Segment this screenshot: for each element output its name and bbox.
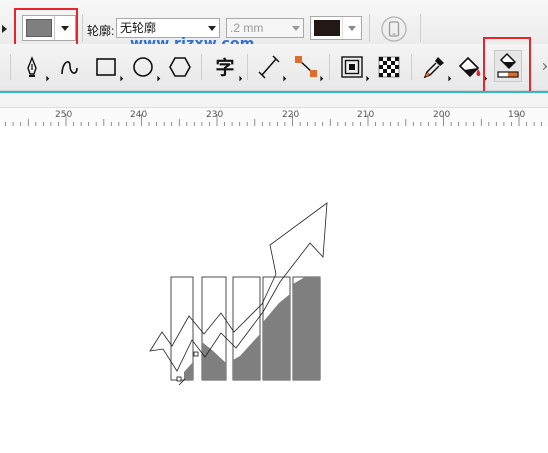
text-tool-glyph: 字 [215,56,234,79]
text-tool[interactable]: 字 [212,54,238,80]
ruler-ticks [5,114,542,126]
interactive-fill-tool[interactable] [457,54,483,80]
fill-dropdown-arrow[interactable] [54,16,75,40]
dimension-tool[interactable] [256,54,282,80]
rectangle-tool[interactable] [93,54,119,80]
horizontal-ruler[interactable]: 250 240 230 220 210 200 190 [0,93,548,126]
outline-color-swatch [314,20,340,36]
ruler-label: 220 [282,110,300,120]
drawing-canvas[interactable] [0,126,548,448]
fill-bucket-icon [458,56,481,78]
polygon-tool[interactable] [167,54,193,80]
ruler-label: 250 [55,110,73,120]
fill-color-dropdown[interactable] [22,15,76,41]
outline-width-value: .2 mm [230,21,264,35]
smart-fill-icon [497,52,519,78]
ruler-label: 240 [130,110,148,120]
eyedropper-icon [423,57,444,79]
chevron-down-icon [348,26,356,31]
divider [411,54,412,80]
outline-label: 轮廓: [87,24,115,38]
outline-color-dropdown[interactable] [310,16,362,40]
ruler-label: 230 [206,110,224,120]
bspline-tool[interactable] [56,54,82,80]
bspline-icon [61,61,78,75]
ruler-label: 190 [508,110,526,120]
property-bar: 轮廓: 无轮廓 .2 mm [0,0,548,47]
left-edge-arrow[interactable] [2,25,7,33]
eyedropper-tool[interactable] [421,54,447,80]
divider [82,14,83,42]
toolbox-row: 字 [0,37,548,94]
pen-tool[interactable] [19,54,45,80]
ruler-label: 200 [433,110,451,120]
connector-icon [295,56,317,77]
outline-color-arrow[interactable] [342,17,361,39]
chart-artwork[interactable] [0,126,548,448]
transparency-tool[interactable] [376,54,402,80]
ellipse-tool[interactable] [130,54,156,80]
ruler-label: 210 [357,110,375,120]
divider [247,54,248,80]
smart-fill-tool[interactable] [494,50,522,82]
contour-tool[interactable] [339,54,365,80]
bar-fill[interactable] [233,334,260,380]
phone-icon [381,16,407,42]
pen-icon [27,56,37,77]
ruler-scale: 250 240 230 220 210 200 190 [0,107,548,126]
divider [10,54,11,80]
ellipse-icon [133,57,153,77]
selection-handle[interactable] [176,376,182,382]
divider [201,54,202,80]
polygon-icon [169,57,191,77]
bar-fill[interactable] [184,362,193,380]
divider [420,14,421,42]
outline-dropdown-arrow[interactable] [205,19,219,37]
bar-fill[interactable] [263,294,290,380]
transparency-icon [378,56,400,78]
chevron-down-icon [292,26,300,31]
outline-width-select[interactable]: .2 mm [226,18,304,38]
selection-handle[interactable] [193,351,199,357]
connector-tool[interactable] [293,54,319,80]
contour-icon [341,56,363,78]
divider [329,54,330,80]
text-icon: 字 [215,56,234,79]
bar-fill[interactable] [202,342,226,380]
outline-style-select[interactable]: 无轮廓 [116,18,220,38]
divider [369,14,370,42]
toolbar-overflow-arrow[interactable] [539,62,548,71]
bar-fill-group [184,277,320,380]
chevron-down-icon [61,26,69,31]
outline-style-value: 无轮廓 [120,21,157,35]
dimension-icon [258,55,280,79]
bar-fill[interactable] [293,277,320,380]
rectangle-icon [96,58,116,76]
device-preview-button[interactable] [380,16,408,42]
chevron-down-icon [208,26,216,31]
fill-color-swatch [26,19,52,37]
width-dropdown-arrow[interactable] [289,19,303,37]
